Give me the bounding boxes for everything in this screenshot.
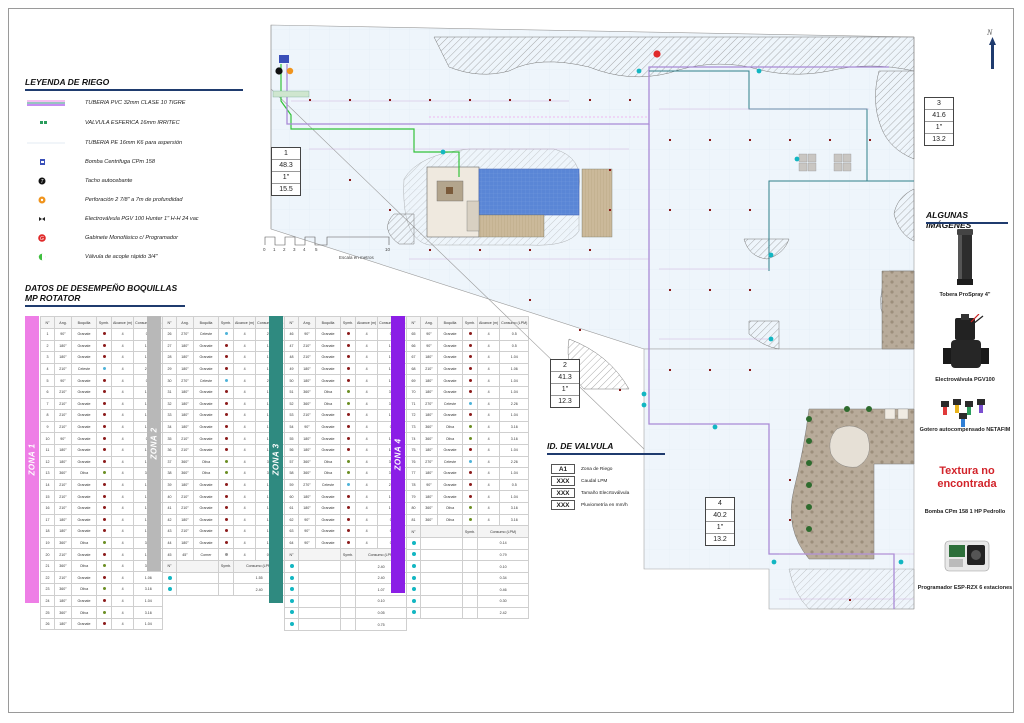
valve-box-1: 1 48.3 1" 15.5: [271, 147, 301, 196]
valve-id-text: Zona de Riego: [581, 467, 613, 472]
pool-house: [426, 166, 613, 238]
valve-rate: 13.2: [713, 536, 727, 543]
netafim-caption: Gotero autocompensado NETAFIM: [919, 427, 1011, 433]
pgv100-caption: Electroválvula PGV100: [935, 377, 995, 383]
valve-size: 1": [551, 384, 579, 396]
valve-box-4: 4 40.2 1" 13.2: [705, 497, 735, 546]
irrigation-site-plan: N: [264, 24, 996, 610]
valve-id-text: Pluviometría en mm/h: [581, 503, 628, 508]
valve-id-text: Tamaño Elecrtoválvula: [581, 491, 630, 496]
valve-id-key: A1: [551, 464, 575, 474]
missing-texture-text: Textura no encontrada: [937, 465, 997, 490]
well-icon: [286, 67, 294, 75]
pump-caption: Bomba CPm 158 1 HP Pedrollo: [924, 509, 1006, 515]
drawing-sheet: LEYENDA DE RIEGO TUBERIA PVC 32mm CLASE …: [8, 8, 1014, 713]
pool: [478, 168, 580, 216]
valve-box-2: 2 41.3 1" 12.3: [550, 359, 580, 408]
valve-zone: 1: [272, 148, 300, 160]
valve-flow: 48.3: [272, 160, 300, 172]
scale-tick: 1: [273, 247, 276, 252]
valve-id-legend: A1 Zona de Riego XXX Caudal LPM XXX Tamaño …: [551, 464, 681, 512]
valve-id-key: XXX: [551, 488, 575, 498]
valve-flow: 41.6: [925, 110, 953, 122]
valve-zone: 3: [925, 98, 953, 110]
valve-id-key: XXX: [551, 500, 575, 510]
valve-id-key: XXX: [551, 476, 575, 486]
scale-labels: 0 1 2 3 4 5 10 Escala en metros: [261, 247, 401, 263]
cabinet-icon: [653, 50, 661, 58]
valve-rate: 12.3: [558, 398, 572, 405]
prospray-image: [957, 229, 973, 285]
svg-text:N: N: [986, 28, 993, 37]
valve-box-3: 3 41.6 1" 13.2: [924, 97, 954, 146]
valve-size: 1": [706, 522, 734, 534]
scale-caption: Escala en metros: [339, 255, 374, 260]
scale-tick: 10: [385, 247, 391, 252]
pgv100-image: [943, 314, 989, 368]
valve-id-text: Caudal LPM: [581, 479, 608, 484]
valve-flow: 41.3: [551, 372, 579, 384]
valve-id-title: ID. DE VALVULA: [547, 441, 665, 455]
esp-rzx-image: [944, 540, 990, 572]
tank-icon: [275, 67, 283, 75]
netafim-dripper-image: [941, 399, 985, 427]
esp-rzx-caption: Programador ESP-RZX 6 estaciones: [917, 585, 1013, 591]
deck: [478, 214, 545, 238]
scale-tick: 3: [293, 247, 296, 252]
prospray-caption: Tobera ProSpray 4": [939, 292, 991, 298]
north-arrow-icon: N: [986, 28, 996, 69]
scale-tick: 5: [315, 247, 318, 252]
scale-tick: 0: [263, 247, 266, 252]
scale-tick: 4: [303, 247, 306, 252]
valve-flow: 40.2: [706, 510, 734, 522]
valve-size: 1": [925, 122, 953, 134]
valve-rate: 15.5: [279, 186, 293, 193]
valve-size: 1": [272, 172, 300, 184]
valve-zone: 2: [551, 360, 579, 372]
valve-rate: 13.2: [932, 136, 946, 143]
pump-icon: [279, 55, 289, 63]
valve-zone: 4: [706, 498, 734, 510]
scale-tick: 2: [283, 247, 286, 252]
valve-id-title-text: ID. DE VALVULA: [547, 441, 614, 451]
